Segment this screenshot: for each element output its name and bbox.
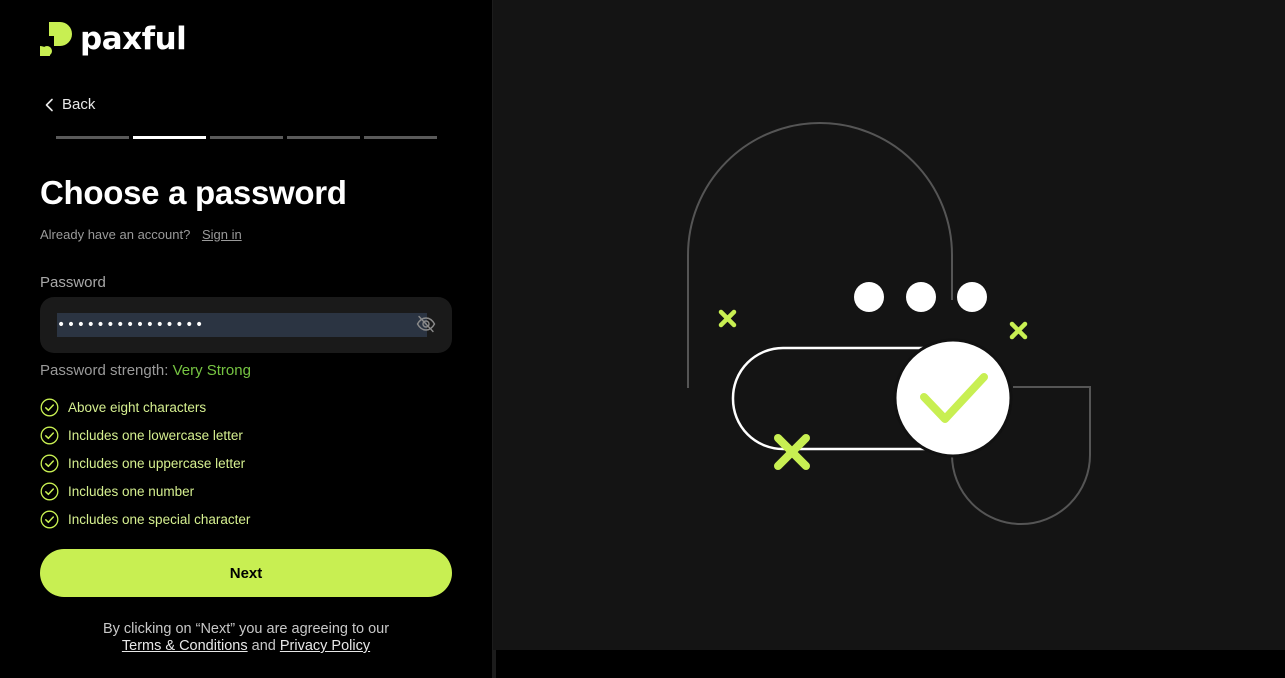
- signin-row: Already have an account? Sign in: [40, 227, 242, 242]
- requirement-label: Includes one number: [68, 483, 195, 499]
- illustration-panel: [493, 0, 1285, 650]
- password-field[interactable]: •••••••••••••••: [40, 297, 452, 353]
- paxful-logo[interactable]: paxful: [40, 21, 187, 57]
- cross-icon: [1009, 321, 1028, 340]
- cross-icon: [774, 434, 810, 470]
- check-circle-icon: [40, 454, 59, 472]
- requirement-label: Includes one special character: [68, 511, 251, 527]
- next-label: Next: [229, 564, 263, 582]
- check-circle-icon: [40, 510, 59, 528]
- password-input[interactable]: •••••••••••••••: [57, 313, 205, 337]
- requirement-item: Includes one special character: [40, 505, 250, 533]
- legal-prefix: By clicking on “Next” you are agreeing t…: [102, 621, 390, 637]
- back-button[interactable]: Back: [44, 96, 95, 113]
- dot-icon: [906, 282, 936, 312]
- requirement-label: Includes one uppercase letter: [68, 455, 246, 471]
- requirement-item: Includes one uppercase letter: [40, 449, 250, 477]
- progress-step: [56, 136, 129, 139]
- check-circle-icon: [40, 482, 59, 500]
- legal-and: and: [251, 638, 276, 654]
- page-title: Choose a password: [40, 174, 347, 211]
- dot-icon: [854, 282, 884, 312]
- signin-prompt: Already have an account?: [40, 227, 191, 242]
- eye-off-icon[interactable]: [416, 315, 436, 333]
- password-illustration: [687, 122, 1091, 525]
- privacy-link[interactable]: Privacy Policy: [280, 638, 370, 654]
- progress-step: [287, 136, 360, 139]
- bottom-strip: [496, 650, 1285, 678]
- check-circle-icon: [40, 398, 59, 416]
- password-strength: Password strength: Very Strong: [40, 362, 251, 379]
- dot-icon: [957, 282, 987, 312]
- strength-value: Very Strong: [172, 362, 251, 379]
- chevron-left-icon: [45, 98, 53, 111]
- signin-link[interactable]: Sign in: [202, 227, 242, 242]
- check-circle-icon: [893, 338, 1013, 458]
- cross-icon: [718, 309, 737, 328]
- requirements-list: Above eight characters Includes one lowe…: [40, 393, 250, 533]
- next-button[interactable]: Next: [40, 549, 452, 597]
- check-circle-icon: [40, 426, 59, 444]
- requirement-item: Includes one lowercase letter: [40, 421, 250, 449]
- paxful-logo-icon: [40, 22, 72, 56]
- terms-link[interactable]: Terms & Conditions: [122, 638, 248, 654]
- requirement-item: Includes one number: [40, 477, 250, 505]
- brand-name: paxful: [80, 21, 187, 57]
- signup-panel: paxful Back Choose a password Already ha…: [0, 0, 492, 678]
- requirement-label: Includes one lowercase letter: [68, 427, 243, 443]
- progress-steps: [56, 136, 437, 139]
- requirement-item: Above eight characters: [40, 393, 250, 421]
- progress-step: [364, 136, 437, 139]
- requirement-label: Above eight characters: [68, 399, 207, 415]
- progress-step: [210, 136, 283, 139]
- password-label: Password: [40, 274, 106, 291]
- strength-label: Password strength:: [40, 362, 169, 379]
- progress-step-current: [133, 136, 206, 139]
- legal-notice: By clicking on “Next” you are agreeing t…: [40, 621, 452, 655]
- back-label: Back: [62, 96, 96, 113]
